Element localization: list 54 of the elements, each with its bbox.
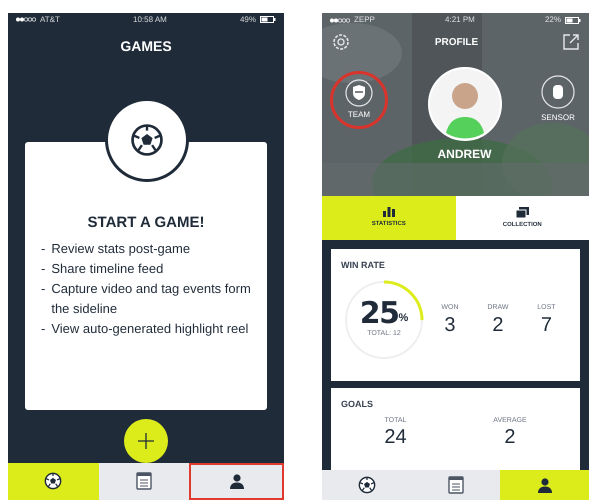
battery-percent: 49% bbox=[240, 14, 256, 26]
bullet-dash: - bbox=[41, 240, 46, 258]
settings-icon[interactable] bbox=[332, 33, 350, 51]
feature-item: Capture video and tag events form the sideline bbox=[51, 280, 251, 318]
sensor-icon bbox=[541, 75, 575, 109]
battery-percent: 22% bbox=[544, 14, 561, 26]
feature-item: View auto-generated highlight reel bbox=[51, 320, 248, 338]
carrier-name: ZEPP bbox=[354, 14, 375, 26]
tab-bar-item[interactable] bbox=[322, 470, 411, 500]
share-icon[interactable] bbox=[563, 34, 579, 50]
bullet-dash: - bbox=[41, 320, 46, 338]
stat-value: 2 bbox=[492, 314, 504, 336]
bullet-dash: - bbox=[41, 260, 46, 278]
sensor-button[interactable]: SENSOR bbox=[541, 75, 575, 124]
status-time: 10:58 AM bbox=[133, 14, 167, 26]
feature-item: Review stats post-game bbox=[51, 240, 190, 258]
calendar-icon bbox=[136, 472, 152, 490]
shield-icon bbox=[345, 79, 373, 107]
feature-item: Share timeline feed bbox=[51, 260, 164, 278]
add-button[interactable] bbox=[124, 418, 168, 463]
battery-icon bbox=[260, 16, 276, 24]
signal-icon bbox=[16, 17, 36, 22]
bar-chart-icon bbox=[382, 207, 395, 217]
tab-bar-item[interactable] bbox=[8, 462, 99, 500]
soccer-ball-icon bbox=[358, 476, 376, 494]
calendar-icon bbox=[448, 476, 464, 494]
card-title: WIN RATE bbox=[341, 259, 386, 272]
bullet-dash: - bbox=[41, 280, 46, 298]
tab-bar-item[interactable] bbox=[500, 470, 589, 500]
signal-icon bbox=[330, 18, 350, 22]
card-heading: START A GAME! bbox=[88, 213, 204, 234]
tab-bar-item[interactable] bbox=[189, 462, 284, 500]
stat-value: 7 bbox=[540, 314, 552, 336]
screen-title: PROFILE bbox=[434, 36, 478, 50]
collection-icon bbox=[516, 206, 529, 218]
battery-icon bbox=[565, 16, 581, 24]
soccer-ball-icon bbox=[44, 472, 62, 490]
person-icon bbox=[536, 477, 552, 493]
tab-bar-item[interactable] bbox=[411, 470, 500, 500]
plus-icon bbox=[137, 432, 155, 450]
status-time: 4:21 PM bbox=[445, 14, 475, 26]
screen-title: GAMES bbox=[120, 36, 172, 56]
win-rate-value: 25 bbox=[360, 299, 398, 330]
percent-sign: % bbox=[398, 310, 408, 326]
soccer-ball-icon bbox=[130, 123, 164, 158]
stat-value: 3 bbox=[444, 314, 456, 336]
tab-bar-item[interactable] bbox=[98, 462, 190, 500]
team-button[interactable]: TEAM bbox=[330, 71, 388, 129]
player-name: ANDREW bbox=[438, 146, 492, 163]
stat-value: 24 bbox=[384, 426, 407, 448]
person-icon bbox=[228, 473, 245, 490]
carrier-name: AT&T bbox=[40, 14, 60, 26]
card-title: GOALS bbox=[341, 398, 374, 411]
stat-value: 2 bbox=[504, 426, 516, 448]
